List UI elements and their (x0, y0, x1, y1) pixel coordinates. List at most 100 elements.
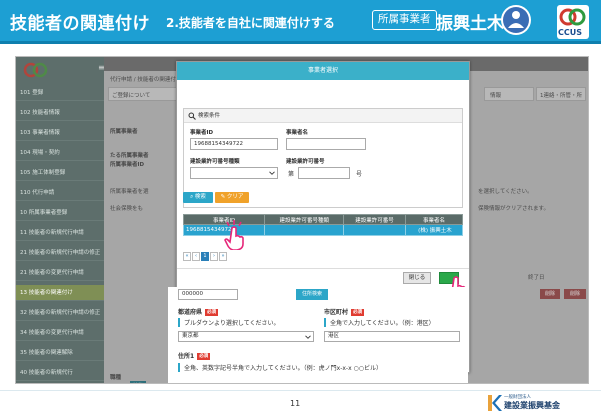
section-company-id-label: たる所属事業者 (110, 153, 149, 159)
hint-insurance: 社会保険をも (110, 206, 144, 212)
clear-button-label: クリア (226, 194, 244, 200)
sidebar-item[interactable]: 32 技能者の新規代行申請の修正 (16, 305, 104, 321)
search-icon (188, 112, 196, 120)
app-screenshot: ≡ 101 登録 102 技能者情報 103 事業者情報 104 現場・契約 105 施… (15, 56, 589, 384)
role-badge: 所属事業者 (372, 10, 437, 30)
sidebar-item[interactable]: 21 技能者の変更代行申請 (16, 265, 104, 281)
slide-title: 技能者の関連付け (10, 14, 150, 34)
sidebar-item[interactable]: 13 技能者の関連付け (16, 285, 104, 301)
postal-code-input[interactable]: 000000 (178, 289, 238, 300)
address-search-button[interactable]: 住所検索 (296, 289, 328, 300)
contact-tab-label: 1連絡・所管・所 (540, 93, 582, 99)
page-button[interactable]: « (183, 252, 191, 261)
address1-label-text: 住所1 (178, 353, 195, 360)
sidebar-item[interactable]: 110 代行申請 (16, 185, 104, 201)
foundation-logo-icon (488, 395, 502, 411)
page-button[interactable]: 1 (201, 252, 209, 261)
clear-button[interactable]: ✎ クリア (215, 192, 249, 203)
sidebar-item[interactable]: 34 技能者の変更代行申請 (16, 325, 104, 341)
sidebar-item[interactable]: 11 技能者の新規代行申請 (16, 225, 104, 241)
address1-label: 住所1 必須 (178, 351, 211, 360)
job-type-label: 職種 (110, 375, 122, 381)
required-badge: 必須 (205, 309, 219, 316)
search-header: 検索条件 (184, 109, 462, 123)
prefecture-select[interactable]: 東京都 (178, 331, 314, 342)
city-help: 全角で入力してください。（例：港区） (324, 318, 435, 327)
hint-right-clear: 保険情報がクリアされます。 (478, 206, 549, 212)
sidebar-item[interactable]: 103 事業者情報 (16, 125, 104, 141)
company-id-input[interactable]: 19688154349722 (190, 138, 278, 150)
notice-text: ご登録について (112, 93, 151, 99)
table-cell (343, 224, 406, 236)
delete-button-2[interactable]: 削除 (564, 289, 586, 299)
modal-title: 事業者選択 (177, 62, 469, 80)
page-button[interactable]: › (210, 252, 218, 261)
close-button[interactable]: 閉じる (403, 272, 431, 284)
prefecture-help: プルダウンより選択してください。 (178, 318, 280, 327)
column-header: 建設業許可番号 (343, 214, 406, 225)
required-badge: 必須 (351, 309, 365, 316)
table-cell: (株) 振興土木 (404, 224, 464, 236)
license-type-label: 建設業許可番号種類 (190, 159, 240, 165)
end-date-label: 終了日 (528, 275, 545, 281)
page-number: 11 (290, 399, 301, 408)
modal-footer-divider (177, 268, 469, 269)
license-suffix: 号 (356, 171, 363, 178)
company-name: 振興土木 (436, 14, 504, 34)
slide-subtitle: 2.技能者を自社に関連付けする (166, 16, 335, 30)
delete-button[interactable]: 削除 (540, 289, 560, 299)
ccus-logo-icon (23, 62, 48, 78)
sidebar-item[interactable]: 10 所属事業者登録 (16, 205, 104, 221)
info-tab-label: 情報 (490, 93, 502, 99)
city-label: 市区町村 必須 (324, 307, 365, 316)
sidebar-item[interactable]: 104 現場・契約 (16, 145, 104, 161)
prefecture-label: 都道府県 必須 (178, 307, 219, 316)
sidebar-item[interactable]: 101 登録 (16, 85, 104, 101)
license-no-input[interactable] (298, 167, 350, 179)
chevron-down-icon (269, 171, 275, 175)
section-company-id2-label: 所属事業者ID (110, 162, 145, 168)
prefecture-value: 東京都 (182, 333, 199, 339)
sidebar-item[interactable]: 35 技能者の関連解除 (16, 345, 104, 361)
search-icon: ⌕ (190, 194, 194, 200)
city-input[interactable]: 港区 (324, 331, 460, 342)
search-button-label: 検索 (194, 194, 206, 200)
license-no-label: 建設業許可番号 (286, 159, 325, 165)
license-prefix: 第 (288, 171, 295, 178)
column-header: 建設業許可番号種類 (264, 214, 345, 225)
chevron-down-icon (305, 335, 311, 339)
ccus-label: CCUS (558, 28, 582, 37)
pointer-hand-icon (224, 220, 244, 250)
sidebar-item[interactable]: 102 技能者情報 (16, 105, 104, 121)
breadcrumb: 代行申請 / 技能者の関連付け (110, 77, 182, 83)
footer-org-name: 建設業振興基金 (504, 401, 560, 410)
hint-right-select: を選択してください。 (478, 189, 533, 195)
hint-select-company: 所属事業者を選 (110, 189, 149, 195)
required-badge: 必須 (197, 353, 211, 360)
prefecture-label-text: 都道府県 (178, 309, 203, 316)
page-button[interactable]: » (219, 252, 227, 261)
sidebar-item[interactable]: 40 技能者の新規代行 (16, 365, 104, 381)
sidebar: ≡ 101 登録 102 技能者情報 103 事業者情報 104 現場・契約 105 施… (16, 57, 105, 383)
table-cell (264, 224, 345, 236)
page-button[interactable]: ‹ (192, 252, 200, 261)
city-label-text: 市区町村 (324, 309, 349, 316)
person-icon (501, 5, 531, 35)
company-name-label: 事業者名 (286, 130, 309, 136)
column-header: 事業者名 (404, 214, 464, 225)
address-form: 000000 住所検索 都道府県 必須 市区町村 必須 プルダウンより選択してくださ… (168, 287, 468, 383)
sidebar-item[interactable]: 105 施工体制登録 (16, 165, 104, 181)
menu-icon[interactable]: ≡ (98, 63, 105, 72)
skill-button[interactable]: 技能 (130, 381, 146, 383)
slide-footer: 11 一般財団法人 建設業振興基金 (0, 390, 601, 420)
slide-page: 技能者の関連付け 2.技能者を自社に関連付けする 所属事業者 振興土木 CCUS… (0, 0, 601, 420)
slide-header: 技能者の関連付け 2.技能者を自社に関連付けする 所属事業者 振興土木 CCUS (0, 0, 601, 44)
license-type-select[interactable] (190, 167, 278, 179)
section-company-label: 所属事業者 (110, 129, 138, 135)
company-name-input[interactable] (286, 138, 366, 150)
search-button[interactable]: ⌕ 検索 (183, 192, 213, 203)
sidebar-item[interactable]: 21 技能者の新規代行申請の修正 (16, 245, 104, 261)
company-id-label: 事業者ID (190, 130, 214, 136)
eraser-icon: ✎ (220, 194, 226, 200)
address1-help: 全角、英数字記号半角で入力してください。（例：虎ノ門x-x-x ○○ビル） (178, 363, 382, 372)
